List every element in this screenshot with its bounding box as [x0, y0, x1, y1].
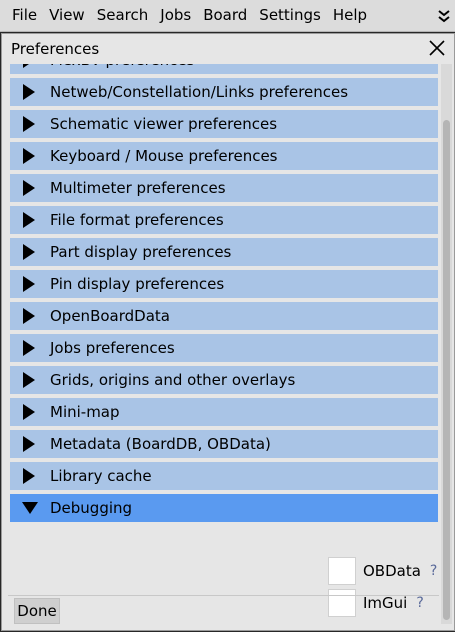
scrollbar-thumb[interactable]	[443, 120, 450, 620]
section-header-label: Netweb/Constellation/Links preferences	[50, 83, 349, 101]
checkbox-row-imgui: ImGui ?	[328, 589, 424, 617]
close-icon[interactable]	[426, 37, 448, 59]
menu-search[interactable]: Search	[91, 0, 155, 31]
footer-divider	[8, 595, 439, 596]
section-header-label: Jobs preferences	[50, 339, 175, 357]
triangle-right-icon	[22, 404, 40, 420]
section-header[interactable]: Keyboard / Mouse preferences	[10, 142, 438, 170]
obdata-checkbox-label: OBData	[363, 562, 421, 580]
section-header[interactable]: Library cache	[10, 462, 438, 490]
section-header-label: Multimeter preferences	[50, 179, 226, 197]
section-header-label: Debugging	[50, 499, 133, 517]
section-header-label: File format preferences	[50, 211, 224, 229]
double-chevron-down-icon[interactable]	[433, 0, 455, 31]
menu-jobs[interactable]: Jobs	[154, 0, 197, 31]
section-header-label: Part display preferences	[50, 243, 232, 261]
triangle-right-icon	[22, 84, 40, 100]
triangle-right-icon	[22, 212, 40, 228]
section-header[interactable]: Schematic viewer preferences	[10, 110, 438, 138]
triangle-right-icon	[22, 276, 40, 292]
menu-bar: File View Search Jobs Board Settings Hel…	[0, 0, 455, 32]
triangle-right-icon	[22, 116, 40, 132]
triangle-down-icon	[22, 500, 40, 516]
vertical-scrollbar[interactable]	[441, 64, 452, 624]
dialog-title: Preferences	[11, 40, 100, 58]
imgui-checkbox[interactable]	[328, 589, 356, 617]
section-header[interactable]: Mini-map	[10, 398, 438, 426]
section-header-label: Schematic viewer preferences	[50, 115, 278, 133]
section-header-label: Metadata (BoardDB, OBData)	[50, 435, 271, 453]
section-header-label: Grids, origins and other overlays	[50, 371, 296, 389]
section-header[interactable]: Multimeter preferences	[10, 174, 438, 202]
checkbox-row-obdata: OBData ?	[328, 557, 437, 585]
help-icon[interactable]: ?	[430, 563, 437, 579]
triangle-right-icon	[22, 436, 40, 452]
section-header[interactable]: Pin display preferences	[10, 270, 438, 298]
section-header[interactable]: Netweb/Constellation/Links preferences	[10, 78, 438, 106]
triangle-right-icon	[22, 148, 40, 164]
section-header-label: Mini-map	[50, 403, 120, 421]
section-header[interactable]: Part display preferences	[10, 238, 438, 266]
section-header[interactable]: Grids, origins and other overlays	[10, 366, 438, 394]
section-header-label: FlexBV preferences	[50, 64, 194, 69]
triangle-right-icon	[22, 244, 40, 260]
menu-file[interactable]: File	[0, 0, 43, 31]
section-list: FlexBV preferences Netweb/Constellation/L…	[10, 64, 438, 526]
menu-help[interactable]: Help	[327, 0, 373, 31]
section-header[interactable]: Debugging	[10, 494, 438, 522]
preferences-dialog: Preferences FlexBV preferences Netweb/Con…	[1, 33, 455, 631]
imgui-checkbox-label: ImGui	[363, 594, 408, 612]
section-header[interactable]: Metadata (BoardDB, OBData)	[10, 430, 438, 458]
section-header[interactable]: Jobs preferences	[10, 334, 438, 362]
section-header-label: Library cache	[50, 467, 152, 485]
section-header[interactable]: OpenBoardData	[10, 302, 438, 330]
section-header[interactable]: FlexBV preferences	[10, 64, 438, 74]
section-header-label: OpenBoardData	[50, 307, 170, 325]
menu-settings[interactable]: Settings	[253, 0, 327, 31]
triangle-right-icon	[22, 372, 40, 388]
obdata-checkbox[interactable]	[328, 557, 356, 585]
section-header-label: Pin display preferences	[50, 275, 225, 293]
section-header-label: Keyboard / Mouse preferences	[50, 147, 278, 165]
preferences-content: FlexBV preferences Netweb/Constellation/L…	[8, 64, 439, 624]
menu-board[interactable]: Board	[197, 0, 253, 31]
menu-view[interactable]: View	[43, 0, 91, 31]
triangle-right-icon	[22, 340, 40, 356]
triangle-right-icon	[22, 64, 40, 68]
help-icon[interactable]: ?	[416, 595, 423, 611]
triangle-right-icon	[22, 308, 40, 324]
triangle-right-icon	[22, 180, 40, 196]
triangle-right-icon	[22, 468, 40, 484]
section-header[interactable]: File format preferences	[10, 206, 438, 234]
done-button[interactable]: Done	[14, 598, 60, 624]
